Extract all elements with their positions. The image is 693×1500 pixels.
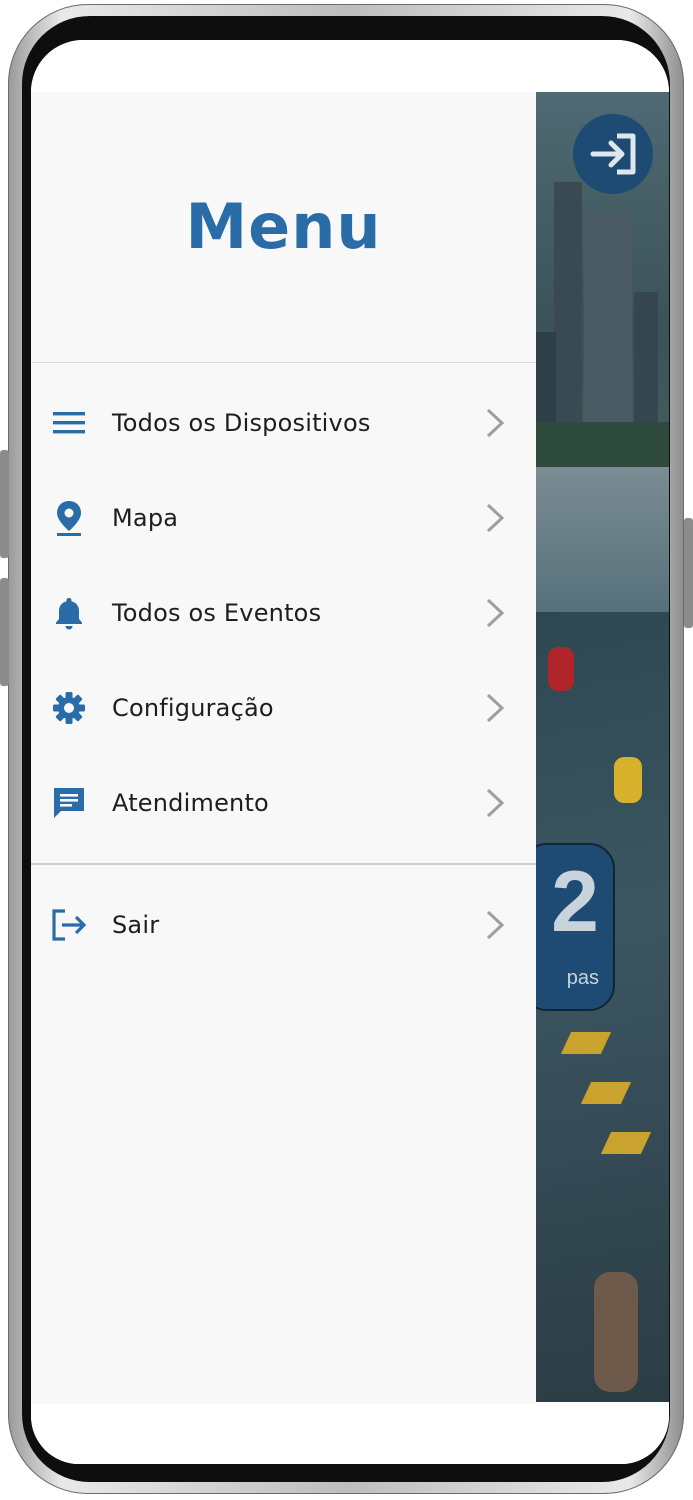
- navigation-drawer: Menu Todos os Dispositivos Mapa Todos os…: [31, 92, 536, 1404]
- car: [594, 1272, 638, 1392]
- chevron-right-icon: [486, 503, 505, 533]
- login-button[interactable]: [573, 114, 653, 194]
- divider: [31, 863, 536, 865]
- menu-item-label: Todos os Eventos: [112, 599, 322, 627]
- menu-item-atendimento[interactable]: Atendimento: [31, 767, 536, 839]
- bridge: [536, 467, 669, 617]
- chevron-right-icon: [486, 788, 505, 818]
- menu-item-label: Todos os Dispositivos: [112, 409, 371, 437]
- power-button: [684, 518, 693, 628]
- drawer-title: Menu: [185, 190, 382, 263]
- map-pin-icon: [51, 500, 87, 536]
- login-icon: [590, 133, 636, 175]
- menu-item-label: Mapa: [112, 504, 179, 532]
- trees: [536, 422, 669, 467]
- system-navigation-bar: [31, 1404, 669, 1464]
- menu-item-label: Sair: [112, 911, 160, 939]
- divider: [31, 362, 536, 363]
- building: [584, 212, 632, 452]
- chevron-right-icon: [486, 910, 505, 940]
- background-app-view: [536, 92, 669, 1402]
- chevron-right-icon: [486, 408, 505, 438]
- menu-item-todos-os-eventos[interactable]: Todos os Eventos: [31, 577, 536, 649]
- building: [634, 292, 658, 442]
- chevron-right-icon: [486, 693, 505, 723]
- logout-icon: [51, 907, 87, 943]
- menu-item-mapa[interactable]: Mapa: [31, 482, 536, 554]
- stat-number: 2: [551, 854, 599, 950]
- menu-item-label: Atendimento: [112, 789, 269, 817]
- menu-item-sair[interactable]: Sair: [31, 889, 536, 961]
- phone-screen: 2 pas Menu Todos os Dispositivos Mapa To…: [31, 40, 669, 1464]
- volume-up-button: [0, 450, 9, 558]
- car: [614, 757, 642, 803]
- car: [548, 647, 574, 691]
- chat-icon: [51, 785, 87, 821]
- list-icon: [51, 405, 87, 441]
- stat-label: pas: [566, 967, 599, 989]
- building: [554, 182, 582, 442]
- chevron-right-icon: [486, 598, 505, 628]
- volume-down-button: [0, 578, 9, 686]
- gear-icon: [51, 690, 87, 726]
- menu-item-configuracao[interactable]: Configuração: [31, 672, 536, 744]
- bell-icon: [51, 595, 87, 631]
- menu-item-label: Configuração: [112, 694, 274, 722]
- menu-item-todos-os-dispositivos[interactable]: Todos os Dispositivos: [31, 387, 536, 459]
- status-bar: [31, 40, 669, 92]
